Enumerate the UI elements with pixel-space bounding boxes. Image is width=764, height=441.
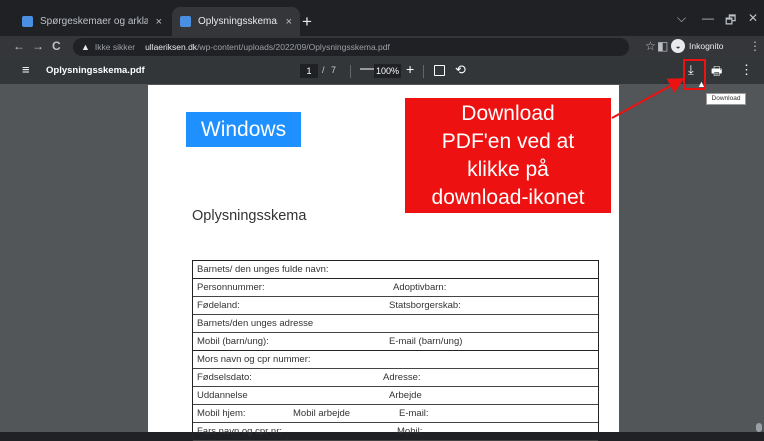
mouse-cursor-icon: ▲ — [697, 79, 706, 89]
scrollbar-thumb[interactable] — [756, 423, 762, 432]
toolbar-divider — [423, 65, 424, 78]
table-row: Uddannelse Arbejde — [193, 387, 598, 405]
more-actions-icon[interactable]: ⋮ — [740, 62, 753, 78]
back-button[interactable]: ← — [13, 39, 25, 53]
table-row: Mobil hjem: Mobil arbejde E-mail: — [193, 405, 598, 423]
pdf-toolbar: ≡ Oplysningsskema.pdf 1 / 7 — 100% + ⟲ ⤓… — [0, 58, 764, 84]
table-row: Fars navn og cpr nr: Mobil: — [193, 423, 598, 441]
rotate-icon[interactable]: ⟲ — [455, 62, 466, 78]
zoom-level-input[interactable]: 100% — [374, 64, 401, 78]
table-row: Fødselsdato: Adresse: — [193, 369, 598, 387]
page-separator: / — [322, 65, 325, 75]
forward-button[interactable]: → — [32, 39, 44, 53]
incognito-icon: ◒ — [671, 39, 685, 53]
table-row: Fødeland: Statsborgerskab: — [193, 297, 598, 315]
toolbar-divider — [350, 65, 351, 78]
tab-oplysningsskema[interactable]: Oplysningsskema.pdf × — [172, 7, 300, 36]
tab-spoergeskemaer[interactable]: Spørgeskemaer og arklæringer × — [14, 7, 170, 36]
site-favicon-icon — [22, 16, 33, 27]
zoom-in-button[interactable]: + — [406, 61, 414, 77]
bookmark-star-icon[interactable]: ☆ — [645, 39, 656, 53]
tab-search-icon[interactable]: ⌵ — [677, 11, 686, 26]
restore-button[interactable]: 🗗 — [725, 11, 736, 32]
new-tab-button[interactable]: + — [302, 12, 312, 32]
browser-menu-icon[interactable]: ⋮ — [749, 39, 761, 53]
browser-toolbar: ← → C ▲ Ikke sikker ullaeriksen.dk /wp-c… — [0, 36, 764, 58]
address-bar[interactable]: ▲ Ikke sikker ullaeriksen.dk /wp-content… — [73, 38, 629, 56]
extension-icon[interactable]: ◧ — [657, 39, 668, 53]
form-title: Oplysningsskema — [192, 208, 307, 224]
table-row: Barnets/ den unges fulde navn: — [193, 261, 598, 279]
close-window-button[interactable]: ✕ — [748, 11, 758, 25]
close-tab-icon[interactable]: × — [156, 16, 162, 28]
instruction-callout: Download PDF'en ved at klikke på downloa… — [405, 98, 611, 213]
table-row: Mors navn og cpr nummer: — [193, 351, 598, 369]
tab-title: Spørgeskemaer og arklæringer — [40, 16, 148, 27]
table-row: Barnets/den unges adresse — [193, 315, 598, 333]
total-pages: 7 — [331, 65, 337, 75]
table-row: Personnummer: Adoptivbarn: — [193, 279, 598, 297]
incognito-label: Inkognito — [689, 41, 724, 51]
tab-title: Oplysningsskema.pdf — [198, 16, 278, 27]
url-path: /wp-content/uploads/2022/09/Oplysningssk… — [197, 42, 390, 52]
tab-strip: Spørgeskemaer og arklæringer × Oplysning… — [0, 0, 764, 36]
url-domain: ullaeriksen.dk — [145, 42, 198, 52]
site-favicon-icon — [180, 16, 191, 27]
info-form-table: Barnets/ den unges fulde navn: Personnum… — [192, 260, 599, 441]
print-icon[interactable]: 🖶 — [711, 62, 722, 83]
fit-to-page-icon[interactable] — [434, 65, 445, 76]
download-tooltip: Download — [706, 93, 746, 105]
hamburger-menu-icon[interactable]: ≡ — [22, 62, 30, 77]
incognito-indicator[interactable]: ◒ Inkognito — [671, 39, 724, 53]
table-row: Mobil (barn/ung): E-mail (barn/ung) — [193, 333, 598, 351]
pdf-viewer[interactable]: Windows Oplysningsskema Barnets/ den ung… — [0, 84, 764, 441]
windows-label: Windows — [186, 112, 301, 147]
security-label[interactable]: Ikke sikker — [95, 42, 135, 52]
page-number-input[interactable]: 1 — [300, 64, 318, 78]
zoom-out-button[interactable]: — — [360, 60, 375, 77]
warning-icon[interactable]: ▲ — [81, 42, 90, 52]
minimize-button[interactable]: — — [702, 11, 714, 25]
reload-button[interactable]: C — [52, 39, 61, 53]
pdf-file-name: Oplysningsskema.pdf — [46, 65, 145, 76]
close-tab-icon[interactable]: × — [286, 16, 292, 28]
